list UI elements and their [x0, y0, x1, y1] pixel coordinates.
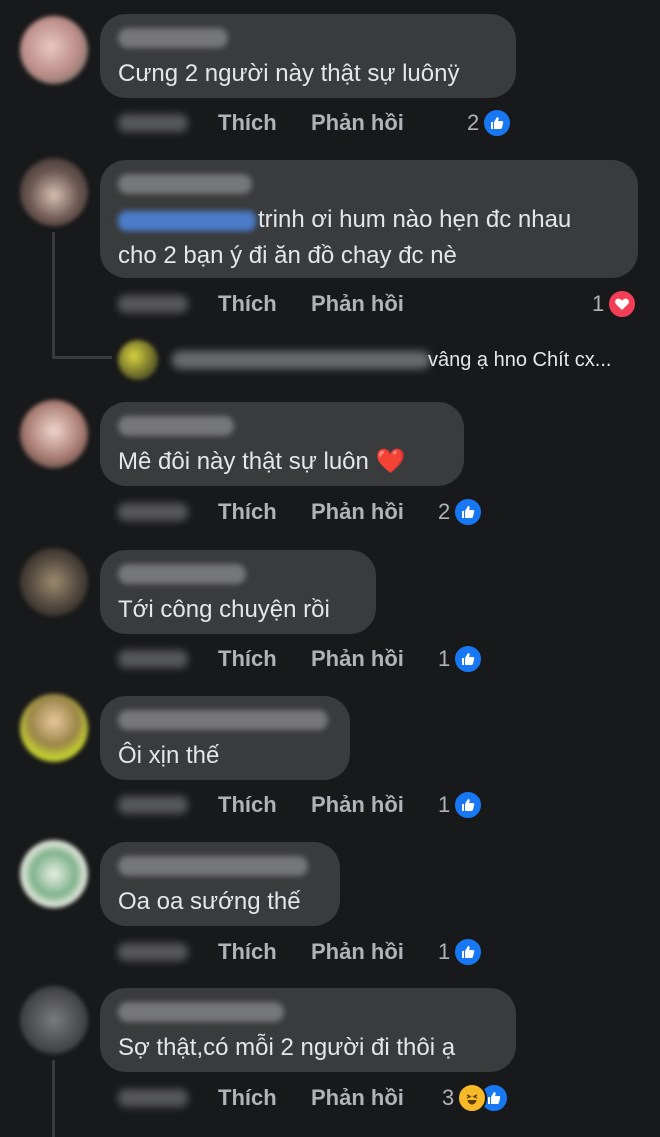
reply-thread-connector	[52, 356, 112, 359]
like-button[interactable]: Thích	[218, 937, 277, 967]
commenter-name-blurred[interactable]	[118, 710, 328, 730]
reaction-count: 1	[438, 792, 451, 817]
comment-timestamp-blurred[interactable]	[118, 796, 188, 814]
reaction-count: 1	[438, 646, 451, 671]
reaction-summary[interactable]: 2	[467, 108, 513, 138]
comment-text: Mê đôi này thật sự luôn ❤️	[118, 448, 406, 475]
comment-timestamp-blurred[interactable]	[118, 503, 188, 521]
like-button[interactable]: Thích	[218, 289, 277, 319]
comment-line: cho 2 bạn ý đi ăn đồ chay đc nè	[118, 242, 457, 269]
like-button[interactable]: Thích	[218, 790, 277, 820]
comment-timestamp-blurred[interactable]	[118, 650, 188, 668]
like-button[interactable]: Thích	[218, 644, 277, 674]
reaction-summary[interactable]: 1	[592, 289, 638, 319]
reply-button[interactable]: Phản hồi	[311, 497, 404, 527]
comment-bubble: Ôi xịn thế	[100, 696, 350, 780]
commenter-name-blurred[interactable]	[118, 1002, 284, 1022]
commenter-name-blurred[interactable]	[118, 564, 246, 584]
comment-bubble: Tới công chuyện rồi	[100, 550, 376, 634]
comment-actions: Thích Phản hồi	[118, 289, 518, 319]
commenter-name-blurred[interactable]	[118, 174, 252, 194]
comment-timestamp-blurred[interactable]	[118, 295, 188, 313]
commenter-avatar[interactable]	[20, 694, 88, 762]
comment-text: Cưng 2 người này thật sự luônÿ	[118, 60, 460, 87]
commenter-avatar[interactable]	[20, 158, 88, 226]
mentioned-user-tag-blurred[interactable]	[118, 210, 256, 231]
commenter-avatar[interactable]	[20, 400, 88, 468]
reply-button[interactable]: Phản hồi	[311, 1083, 404, 1113]
comment-timestamp-blurred[interactable]	[118, 114, 188, 132]
comment-text: Tới công chuyện rồi	[118, 596, 330, 623]
comment-timestamp-blurred[interactable]	[118, 943, 188, 961]
comment-text: Sợ thật,có mỗi 2 người đi thôi ạ	[118, 1034, 456, 1061]
thumbs-up-icon	[482, 108, 513, 138]
comment-bubble: Cưng 2 người này thật sự luônÿ	[100, 14, 516, 98]
reply-author-names-blurred[interactable]	[172, 351, 430, 369]
thumbs-up-icon	[453, 644, 484, 674]
reaction-summary[interactable]: 1	[438, 790, 484, 820]
comment-bubble: trinh ơi hum nào hẹn đc nhau cho 2 bạn ý…	[100, 160, 638, 278]
reaction-count: 2	[438, 499, 451, 524]
reaction-summary[interactable]: 1	[438, 644, 484, 674]
reply-thread-line	[52, 1060, 55, 1137]
thumbs-up-icon	[453, 937, 484, 967]
like-button[interactable]: Thích	[218, 108, 277, 138]
comment-timestamp-blurred[interactable]	[118, 1089, 188, 1107]
reply-button[interactable]: Phản hồi	[311, 644, 404, 674]
comment-text: Ôi xịn thế	[118, 742, 220, 769]
reply-preview[interactable]: vâng ạ hno Chít cx...	[118, 340, 638, 380]
reaction-count: 1	[592, 291, 605, 316]
reply-button[interactable]: Phản hồi	[311, 108, 404, 138]
thumbs-up-icon	[453, 497, 484, 527]
reaction-count: 2	[467, 110, 480, 135]
commenter-avatar[interactable]	[20, 986, 88, 1054]
like-button[interactable]: Thích	[218, 1083, 277, 1113]
commenter-avatar[interactable]	[20, 548, 88, 616]
comment-text: Oa oa sướng thế	[118, 888, 301, 915]
commenter-name-blurred[interactable]	[118, 28, 228, 48]
reply-preview-text[interactable]: vâng ạ hno Chít cx...	[428, 344, 611, 376]
commenter-avatar[interactable]	[20, 840, 88, 908]
reply-button[interactable]: Phản hồi	[311, 790, 404, 820]
commenter-avatar[interactable]	[20, 16, 88, 84]
reaction-summary[interactable]: 3	[442, 1083, 510, 1113]
reply-thread-line	[52, 232, 55, 356]
comment-bubble: Oa oa sướng thế	[100, 842, 340, 926]
comment-bubble: Sợ thật,có mỗi 2 người đi thôi ạ	[100, 988, 516, 1072]
commenter-name-blurred[interactable]	[118, 856, 308, 876]
reaction-summary[interactable]: 1	[438, 937, 484, 967]
heart-icon	[607, 289, 638, 319]
comment-bubble: Mê đôi này thật sự luôn ❤️	[100, 402, 464, 486]
reaction-count: 1	[438, 939, 451, 964]
reply-avatar[interactable]	[118, 340, 158, 380]
thumbs-up-icon	[453, 790, 484, 820]
comment-line: trinh ơi hum nào hẹn đc nhau	[118, 202, 620, 238]
reaction-summary[interactable]: 2	[438, 497, 484, 527]
reaction-count: 3	[442, 1085, 455, 1110]
commenter-name-blurred[interactable]	[118, 416, 234, 436]
reply-button[interactable]: Phản hồi	[311, 937, 404, 967]
like-button[interactable]: Thích	[218, 497, 277, 527]
reply-button[interactable]: Phản hồi	[311, 289, 404, 319]
comment-actions: Thích Phản hồi	[118, 108, 518, 138]
